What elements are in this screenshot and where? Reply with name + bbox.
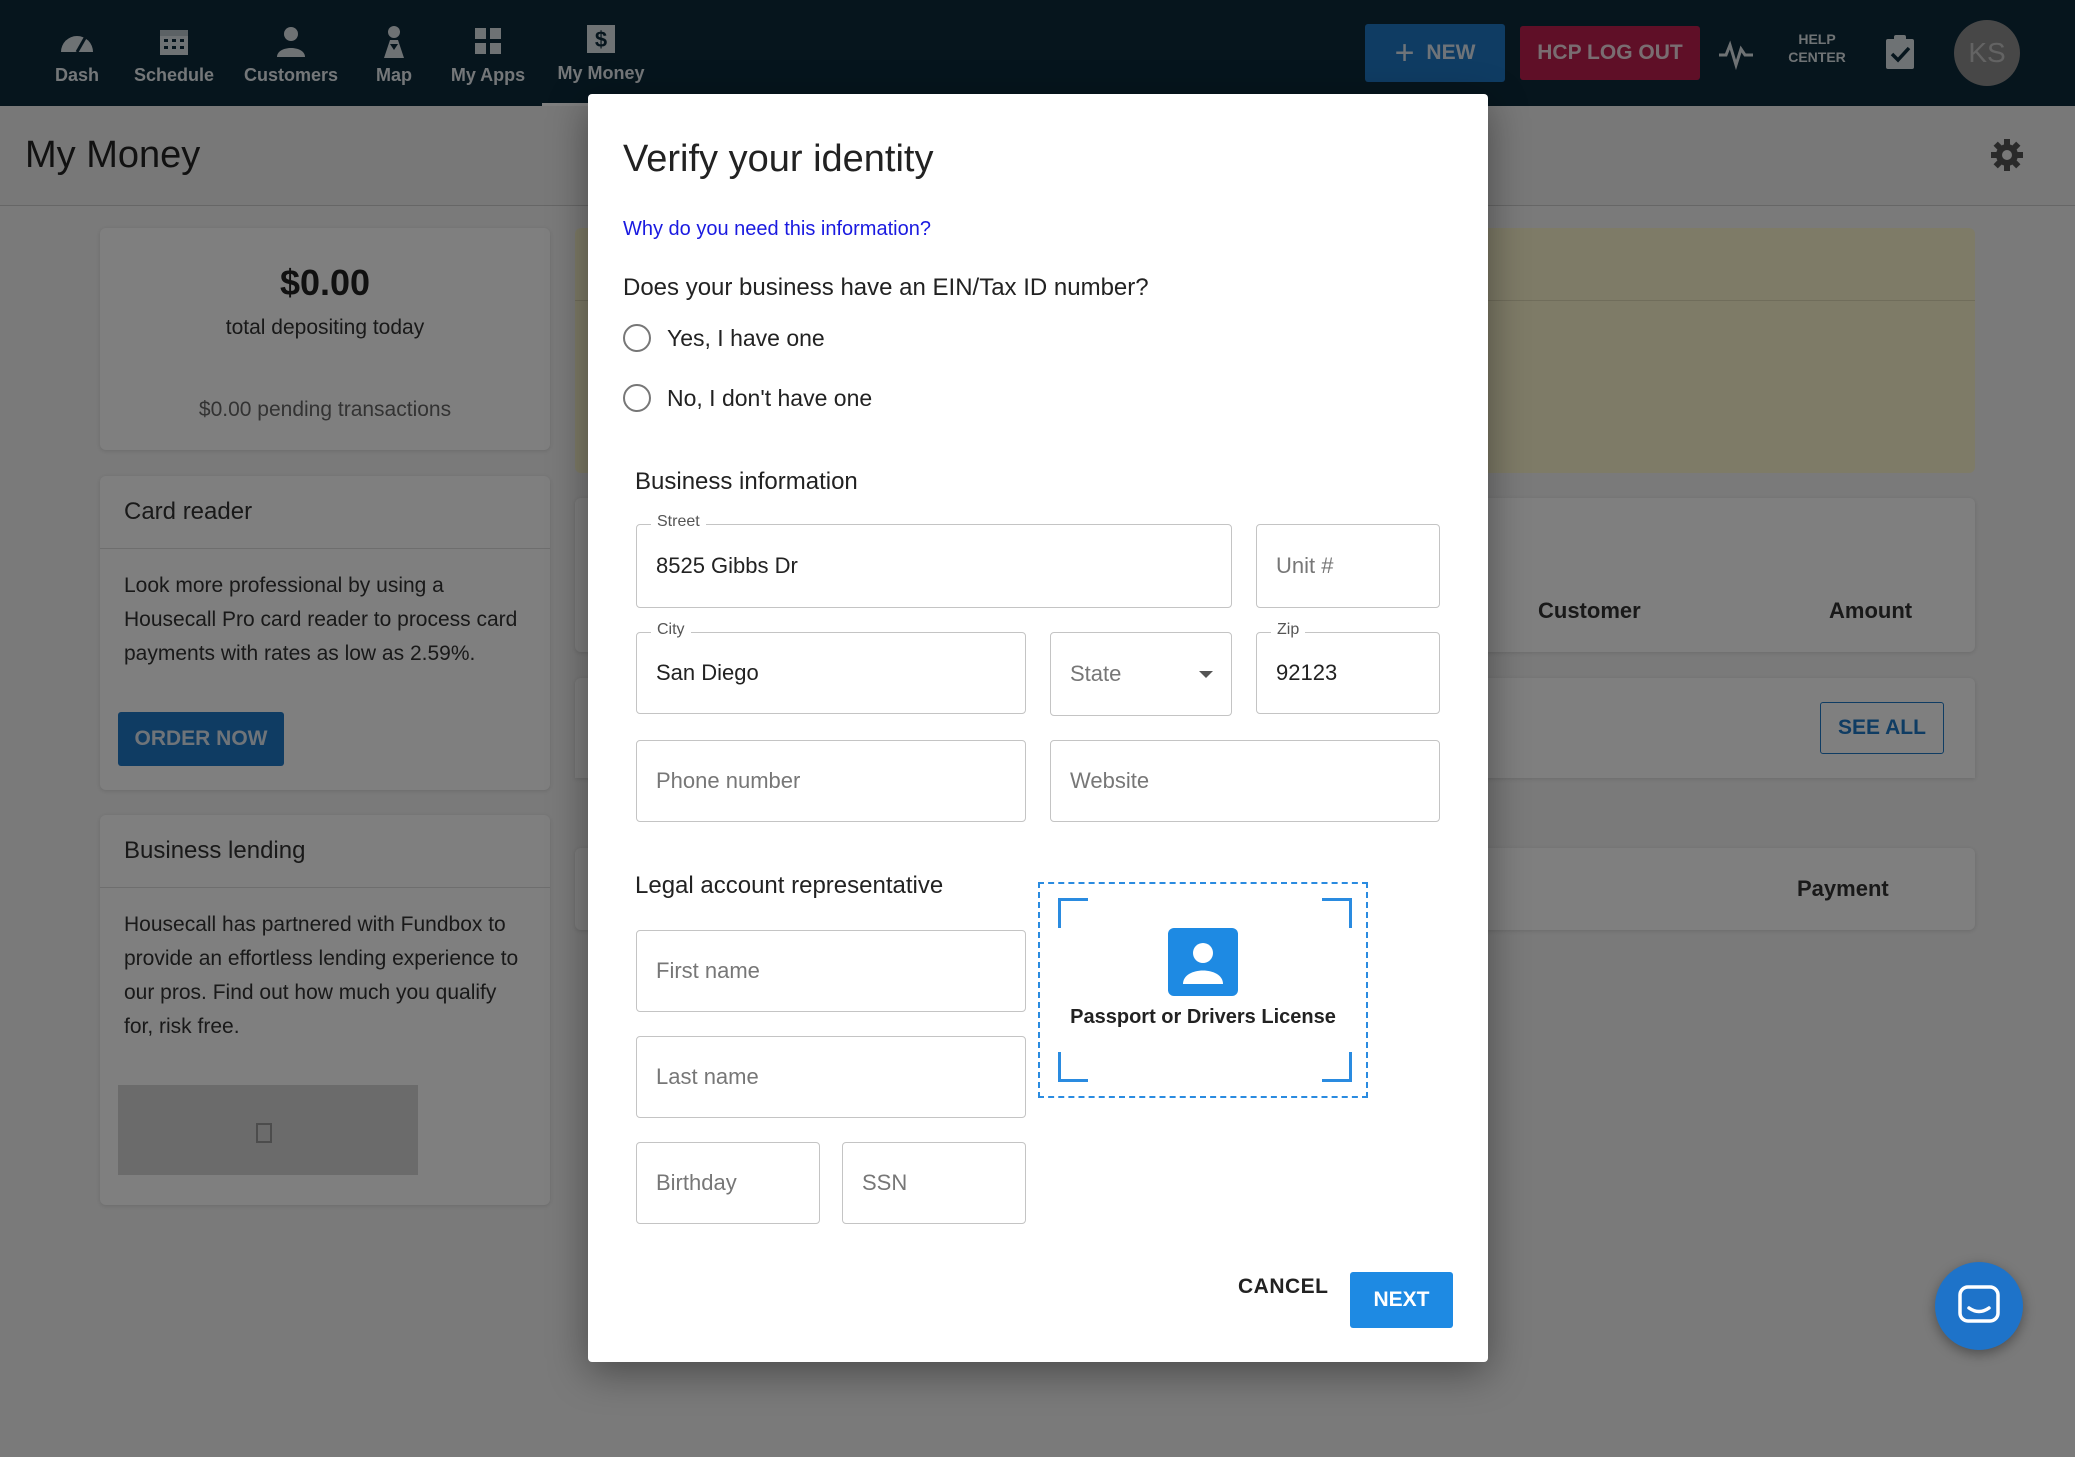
radio-button[interactable] [623,384,651,412]
birthday-field[interactable]: Birthday [636,1142,820,1224]
dialog-title: Verify your identity [623,138,934,180]
chevron-down-icon [1199,671,1213,678]
radio-label-yes: Yes, I have one [667,324,825,351]
why-info-link[interactable]: Why do you need this information? [623,218,931,241]
id-card-person-icon [1168,928,1238,996]
next-button[interactable]: NEXT [1350,1272,1453,1328]
city-label: City [651,621,691,639]
unit-placeholder: Unit # [1276,553,1334,578]
city-field[interactable]: City San Diego [636,621,1026,714]
last-name-field[interactable]: Last name [636,1036,1026,1118]
ssn-field[interactable]: SSN [842,1142,1026,1224]
radio-option-yes[interactable]: Yes, I have one [623,322,825,354]
zip-label: Zip [1271,621,1306,639]
ssn-placeholder: SSN [862,1170,908,1195]
chat-launcher-button[interactable] [1935,1262,2023,1350]
scan-corner [1058,898,1088,928]
street-label: Street [651,513,706,531]
legal-representative-heading: Legal account representative [635,872,944,899]
scan-corner [1322,1052,1352,1082]
first-name-placeholder: First name [656,958,760,983]
id-document-upload[interactable]: Passport or Drivers License [1038,882,1368,1098]
birthday-placeholder: Birthday [656,1170,737,1195]
last-name-placeholder: Last name [656,1064,759,1089]
scan-corner [1322,898,1352,928]
street-field[interactable]: Street 8525 Gibbs Dr [636,513,1232,608]
zip-value: 92123 [1276,660,1338,685]
verify-identity-dialog: Verify your identity Why do you need thi… [588,94,1488,1362]
state-placeholder: State [1070,661,1122,686]
scan-corner [1058,1052,1088,1082]
zip-field[interactable]: Zip 92123 [1256,621,1440,714]
unit-field[interactable]: Unit # [1256,524,1440,608]
radio-option-no[interactable]: No, I don't have one [623,382,872,414]
phone-placeholder: Phone number [656,768,801,793]
id-upload-label: Passport or Drivers License [1070,1006,1336,1028]
chat-icon [1957,1284,2001,1329]
website-placeholder: Website [1070,768,1150,793]
website-field[interactable]: Website [1050,740,1440,822]
ein-question: Does your business have an EIN/Tax ID nu… [623,274,1149,301]
state-select[interactable]: State [1050,632,1232,716]
street-value: 8525 Gibbs Dr [656,553,798,578]
business-information-heading: Business information [635,468,858,495]
cancel-button[interactable]: CANCEL [1238,1275,1329,1299]
radio-button[interactable] [623,324,651,352]
radio-label-no: No, I don't have one [667,384,873,411]
first-name-field[interactable]: First name [636,930,1026,1012]
city-value: San Diego [656,660,759,685]
phone-number-field[interactable]: Phone number [636,740,1026,822]
